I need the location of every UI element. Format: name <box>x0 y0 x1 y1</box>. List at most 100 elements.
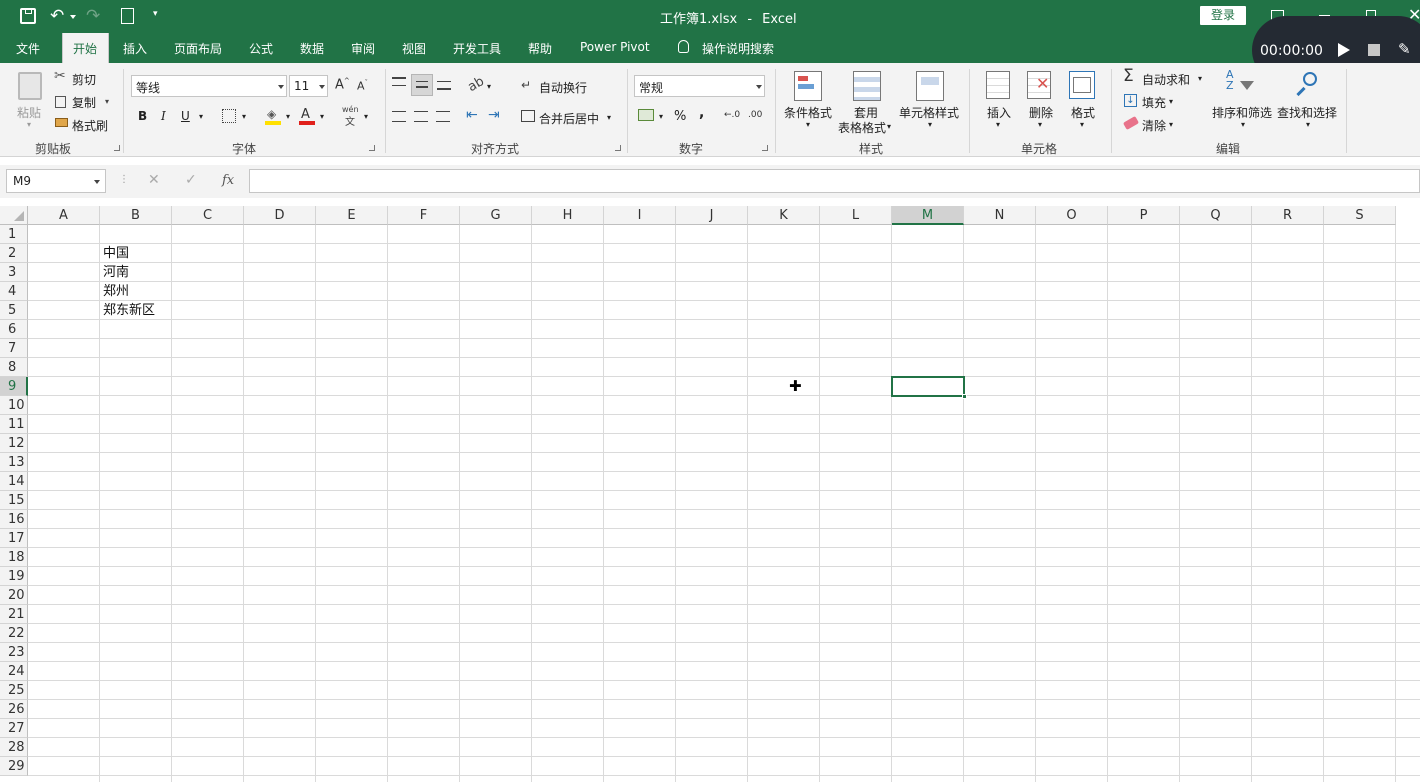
copy-dropdown-icon[interactable]: ▾ <box>105 97 109 106</box>
insert-dropdown-icon[interactable]: ▾ <box>996 120 1000 129</box>
merge-center-button[interactable]: 合并后居中 <box>539 110 599 127</box>
alignment-launcher-icon[interactable] <box>615 145 621 151</box>
clipboard-launcher-icon[interactable] <box>114 145 120 151</box>
font-color-icon[interactable]: A <box>299 107 315 125</box>
column-header-a[interactable]: A <box>28 206 100 225</box>
column-header-j[interactable]: J <box>676 206 748 225</box>
tab-file[interactable]: 文件 <box>16 40 40 57</box>
row-header-22[interactable]: 22 <box>0 624 28 643</box>
row-header-18[interactable]: 18 <box>0 548 28 567</box>
format-dropdown-icon[interactable]: ▾ <box>1080 120 1084 129</box>
cell-b2[interactable]: 中国 <box>103 244 129 263</box>
tab-page-layout[interactable]: 页面布局 <box>174 40 222 57</box>
undo-dropdown-icon[interactable] <box>70 15 76 19</box>
font-color-dropdown-icon[interactable]: ▾ <box>320 112 324 121</box>
align-middle-icon[interactable] <box>411 74 433 96</box>
cell-b3[interactable]: 河南 <box>103 263 129 282</box>
number-launcher-icon[interactable] <box>762 145 768 151</box>
formula-input[interactable] <box>249 169 1420 193</box>
increase-indent-icon[interactable]: ⇥ <box>488 107 500 123</box>
save-icon[interactable] <box>20 8 36 24</box>
column-header-d[interactable]: D <box>244 206 316 225</box>
tab-data[interactable]: 数据 <box>300 40 324 57</box>
conditional-format-dropdown-icon[interactable]: ▾ <box>806 120 810 129</box>
clear-button[interactable]: 清除 <box>1142 117 1166 134</box>
row-header-12[interactable]: 12 <box>0 434 28 453</box>
font-name-select[interactable]: 等线 <box>131 75 287 97</box>
wrap-text-button[interactable]: 自动换行 <box>539 79 587 96</box>
orientation-icon[interactable]: ab <box>465 74 487 95</box>
column-header-o[interactable]: O <box>1036 206 1108 225</box>
tab-home[interactable]: 开始 <box>62 33 109 64</box>
autosum-button[interactable]: 自动求和 <box>1142 71 1190 88</box>
insert-function-button[interactable]: fx <box>222 173 234 188</box>
row-header-6[interactable]: 6 <box>0 320 28 339</box>
column-header-n[interactable]: N <box>964 206 1036 225</box>
align-right-icon[interactable] <box>436 111 450 122</box>
underline-button[interactable]: U <box>181 109 190 123</box>
tell-me-search[interactable]: 操作说明搜索 <box>702 40 774 57</box>
decrease-indent-icon[interactable]: ⇤ <box>466 107 478 123</box>
column-header-s[interactable]: S <box>1324 206 1396 225</box>
increase-decimal-icon[interactable]: ←.0 <box>724 110 740 120</box>
border-icon[interactable] <box>222 109 236 123</box>
border-dropdown-icon[interactable]: ▾ <box>242 112 246 121</box>
fill-button[interactable]: 填充 <box>1142 94 1166 111</box>
row-header-7[interactable]: 7 <box>0 339 28 358</box>
cell-b5[interactable]: 郑东新区 <box>103 301 155 320</box>
row-header-20[interactable]: 20 <box>0 586 28 605</box>
row-header-14[interactable]: 14 <box>0 472 28 491</box>
find-select-button[interactable]: 查找和选择 <box>1277 104 1337 121</box>
copy-button[interactable]: 复制 <box>72 94 96 111</box>
align-top-icon[interactable] <box>392 77 406 86</box>
row-header-29[interactable]: 29 <box>0 757 28 776</box>
row-header-16[interactable]: 16 <box>0 510 28 529</box>
row-header-13[interactable]: 13 <box>0 453 28 472</box>
column-header-b[interactable]: B <box>100 206 172 225</box>
row-header-15[interactable]: 15 <box>0 491 28 510</box>
font-launcher-icon[interactable] <box>369 145 375 151</box>
column-header-l[interactable]: L <box>820 206 892 225</box>
align-left-icon[interactable] <box>392 111 406 122</box>
currency-icon[interactable] <box>638 109 654 121</box>
tab-help[interactable]: 帮助 <box>528 40 552 57</box>
column-header-c[interactable]: C <box>172 206 244 225</box>
tab-view[interactable]: 视图 <box>402 40 426 57</box>
orientation-dropdown-icon[interactable]: ▾ <box>487 82 491 91</box>
row-header-24[interactable]: 24 <box>0 662 28 681</box>
decrease-font-icon[interactable]: Aˇ <box>357 79 368 93</box>
format-as-table-dropdown-icon[interactable]: ▾ <box>887 122 891 131</box>
sort-filter-button[interactable]: 排序和筛选 <box>1212 104 1272 121</box>
print-preview-icon[interactable] <box>121 8 134 24</box>
cut-button[interactable]: 剪切 <box>72 71 96 88</box>
format-as-table-label-2[interactable]: 表格格式 <box>838 119 886 136</box>
cell-styles-button[interactable]: 单元格样式 <box>899 104 959 121</box>
row-header-27[interactable]: 27 <box>0 719 28 738</box>
row-header-8[interactable]: 8 <box>0 358 28 377</box>
fill-color-dropdown-icon[interactable]: ▾ <box>286 112 290 121</box>
row-header-5[interactable]: 5 <box>0 301 28 320</box>
tab-power-pivot[interactable]: Power Pivot <box>580 40 650 54</box>
conditional-format-button[interactable]: 条件格式 <box>784 104 832 121</box>
currency-dropdown-icon[interactable]: ▾ <box>659 112 663 121</box>
delete-cells-button[interactable]: 删除 <box>1029 104 1053 121</box>
row-header-26[interactable]: 26 <box>0 700 28 719</box>
column-header-r[interactable]: R <box>1252 206 1324 225</box>
merge-dropdown-icon[interactable]: ▾ <box>607 113 611 122</box>
delete-dropdown-icon[interactable]: ▾ <box>1038 120 1042 129</box>
selected-cell-m9[interactable] <box>891 376 967 399</box>
column-header-e[interactable]: E <box>316 206 388 225</box>
phonetic-dropdown-icon[interactable]: ▾ <box>364 112 368 121</box>
row-header-19[interactable]: 19 <box>0 567 28 586</box>
column-header-i[interactable]: I <box>604 206 676 225</box>
font-size-select[interactable]: 11 <box>289 75 328 97</box>
format-painter-button[interactable]: 格式刷 <box>72 117 108 134</box>
row-header-1[interactable]: 1 <box>0 225 28 244</box>
align-bottom-icon[interactable] <box>437 81 451 90</box>
clear-dropdown-icon[interactable]: ▾ <box>1169 120 1173 129</box>
underline-dropdown-icon[interactable]: ▾ <box>199 112 203 121</box>
cell-styles-dropdown-icon[interactable]: ▾ <box>928 120 932 129</box>
find-select-dropdown-icon[interactable]: ▾ <box>1306 120 1310 129</box>
column-header-h[interactable]: H <box>532 206 604 225</box>
italic-button[interactable]: I <box>161 109 166 123</box>
